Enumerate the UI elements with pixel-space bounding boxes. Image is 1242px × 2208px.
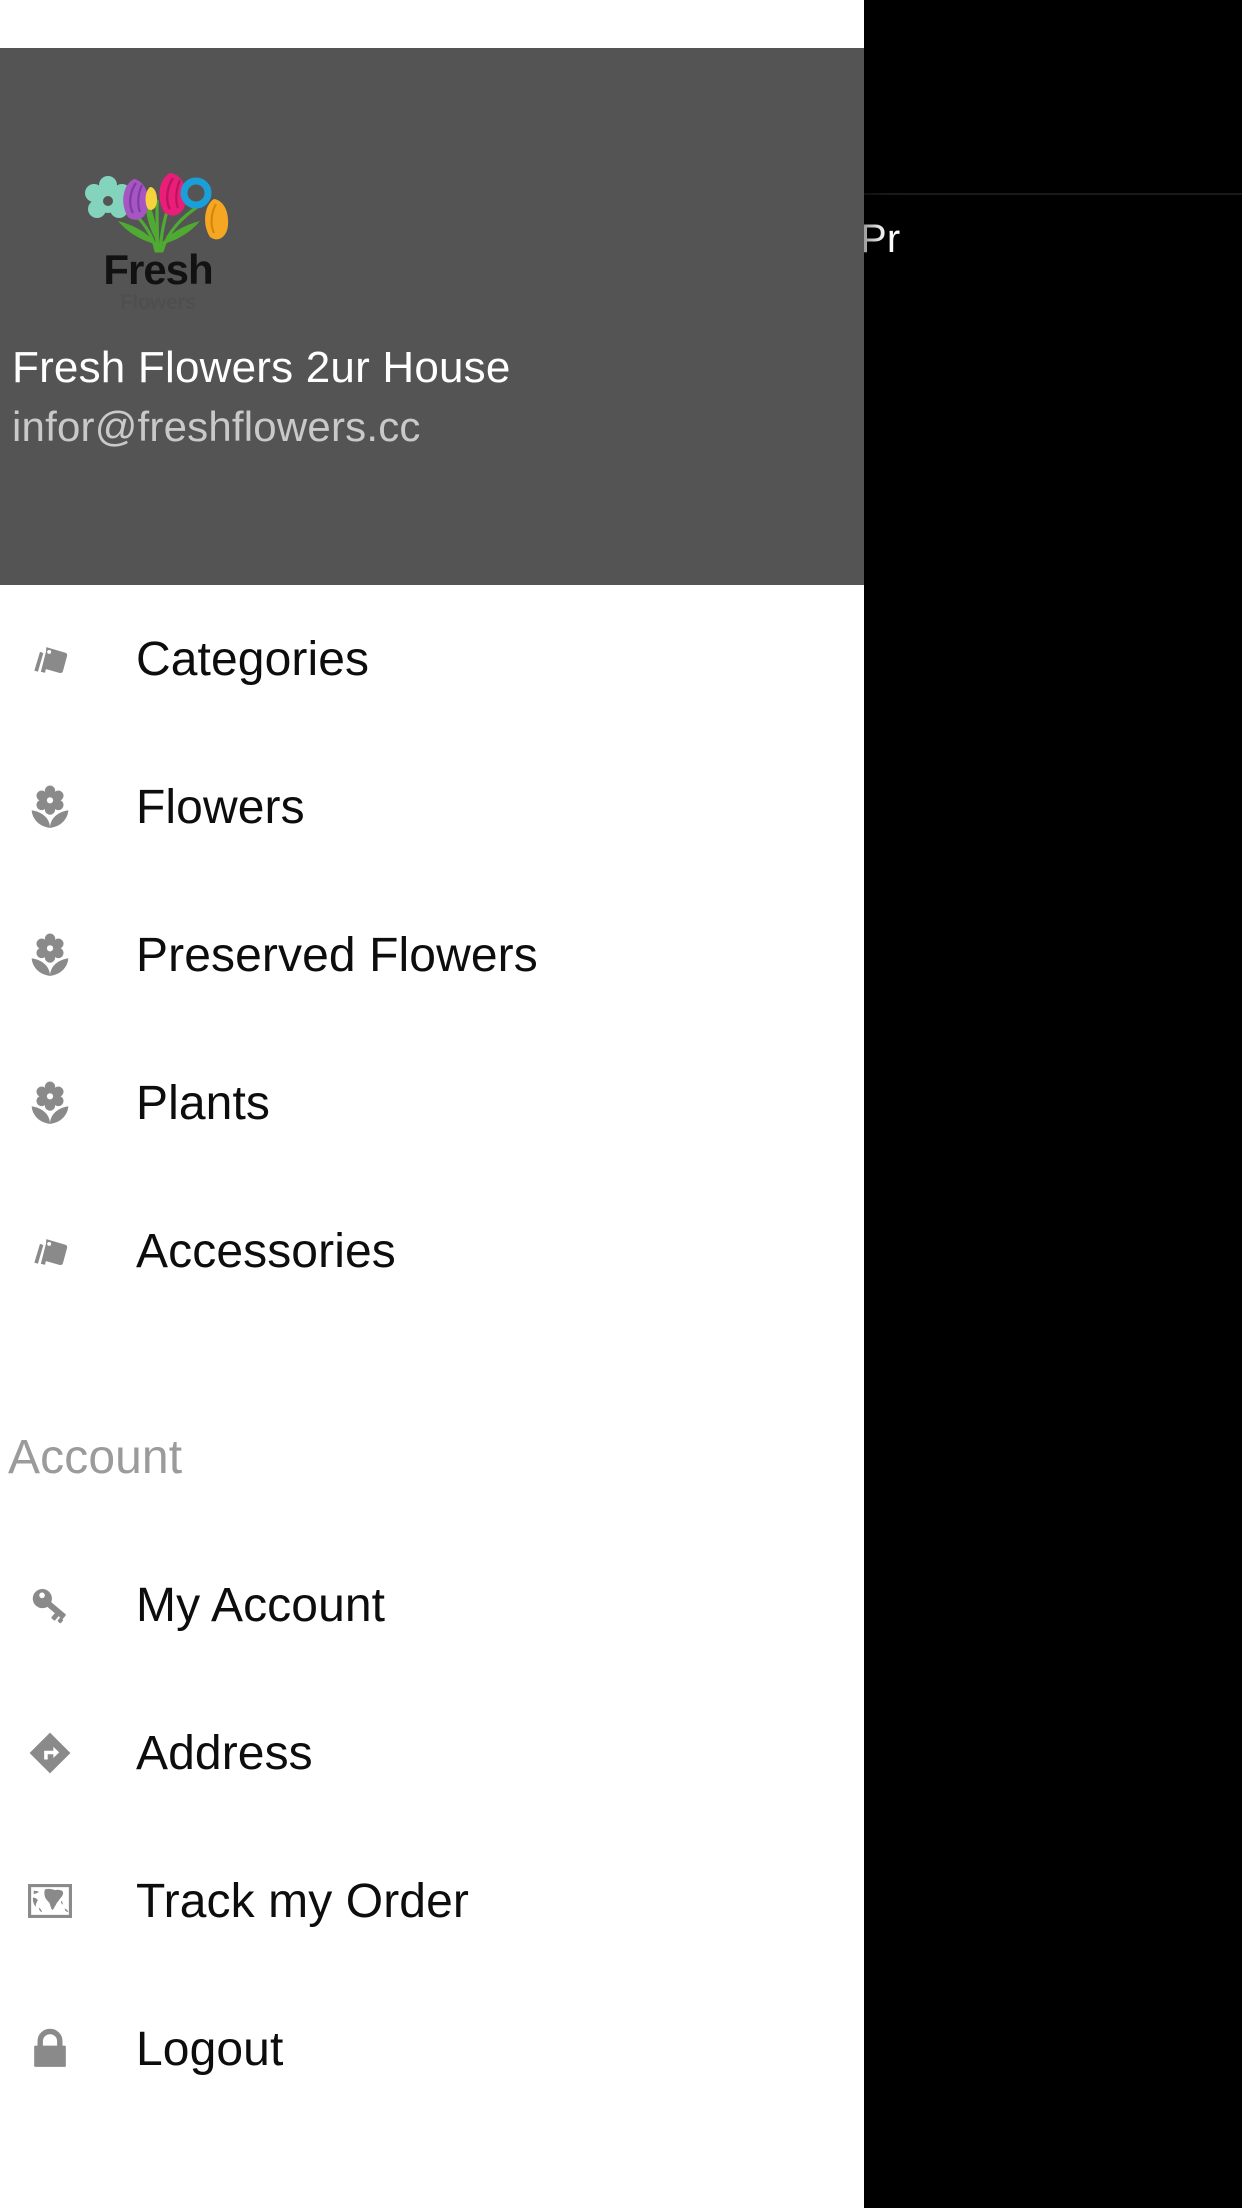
menu-item-label: Preserved Flowers [136,928,538,982]
logo-word-main: Fresh [103,246,213,293]
menu-item-label: Logout [136,2022,284,2076]
flower-icon [22,779,78,835]
logo-wordmark: Fresh Flowers [78,246,238,314]
drawer-header: Fresh Flowers Fresh Flowers 2ur House in… [0,48,864,585]
flower-icon [22,927,78,983]
menu-item-plants[interactable]: Plants [0,1029,864,1177]
directions-diamond-icon [22,1725,78,1781]
category-cards-icon [22,1223,78,1279]
store-email: infor@freshflowers.cc [12,403,421,450]
menu-item-my-account[interactable]: My Account [0,1531,864,1679]
menu-item-label: Plants [136,1076,271,1130]
menu-item-label: Categories [136,632,370,686]
navigation-drawer: Fresh Flowers Fresh Flowers 2ur House in… [0,0,864,2208]
logo-word-sub: Flowers [120,291,196,314]
menu-item-label: Accessories [136,1224,396,1278]
store-name: Fresh Flowers 2ur House [12,343,511,392]
menu-item-address[interactable]: Address [0,1679,864,1827]
menu-item-logout[interactable]: Logout [0,1975,864,2123]
world-map-icon [22,1873,78,1929]
drawer-menu-list: Categories Flowers Preserved Flowers Pla… [0,585,864,2123]
menu-item-label: Track my Order [136,1874,469,1928]
lock-icon [22,2021,78,2077]
category-cards-icon [22,631,78,687]
drawer-status-spacer [0,0,864,48]
menu-item-label: My Account [136,1578,386,1632]
menu-item-label: Flowers [136,780,305,834]
menu-item-categories[interactable]: Categories [0,585,864,733]
menu-item-flowers[interactable]: Flowers [0,733,864,881]
menu-item-accessories[interactable]: Accessories [0,1177,864,1325]
menu-section-divider-spacer [0,1325,864,1383]
menu-item-track-my-order[interactable]: Track my Order [0,1827,864,1975]
menu-item-preserved-flowers[interactable]: Preserved Flowers [0,881,864,1029]
flower-icon [22,1075,78,1131]
flower-bouquet-logo: Fresh Flowers [78,143,238,313]
section-title: Account [8,1430,183,1484]
key-icon [22,1577,78,1633]
menu-section-header-account: Account [0,1383,864,1531]
menu-item-label: Address [136,1726,313,1780]
tab-preserved-flowers[interactable]: Pr [860,217,900,262]
